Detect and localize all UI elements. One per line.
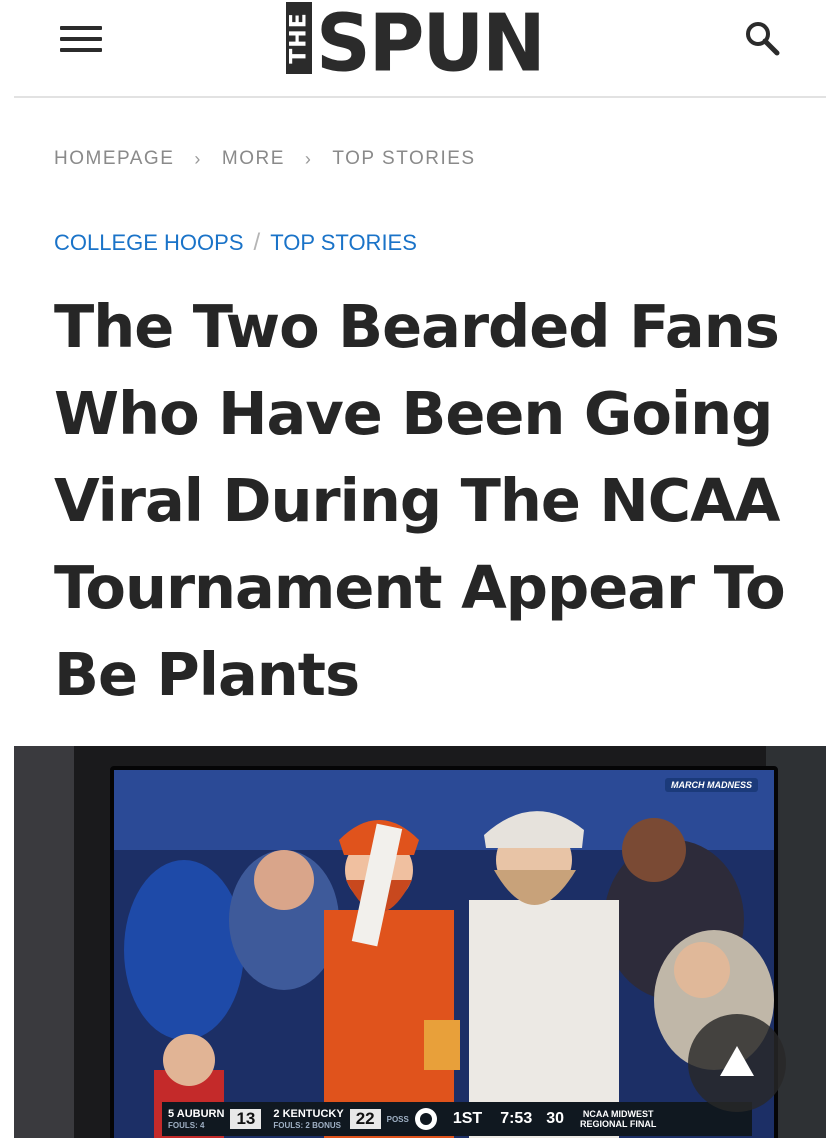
away-score: 13 (230, 1109, 262, 1129)
chevron-right-icon: › (194, 148, 202, 169)
crowd-scene (114, 770, 774, 1138)
game-period: 1ST (452, 1110, 483, 1127)
scroll-to-top-button[interactable] (688, 1014, 786, 1112)
article-title: The Two Bearded Fans Who Have Been Going… (54, 292, 786, 709)
category-separator: / (253, 229, 261, 256)
away-team: 5 AUBURN FOULS: 4 (168, 1107, 225, 1130)
home-score: 22 (349, 1109, 381, 1129)
site-logo[interactable]: THE SPUN (286, 0, 548, 89)
march-madness-badge: MARCH MADNESS (665, 778, 758, 792)
shot-clock: 30 (546, 1110, 565, 1127)
region-label: NCAA MIDWEST REGIONAL FINAL (580, 1109, 657, 1129)
tv-screen: MARCH MADNESS 5 AUBURN FOULS: 4 13 2 KEN… (110, 766, 778, 1138)
header-divider (14, 96, 826, 98)
breadcrumb-homepage[interactable]: HOMEPAGE (54, 148, 174, 170)
category-top-stories[interactable]: TOP STORIES (270, 230, 417, 256)
breadcrumb: HOMEPAGE › MORE › TOP STORIES (54, 146, 476, 172)
breadcrumb-more[interactable]: MORE (222, 148, 285, 170)
logo-the-label: THE (286, 2, 312, 74)
category-links: COLLEGE HOOPS / TOP STORIES (54, 229, 417, 257)
category-college-hoops[interactable]: COLLEGE HOOPS (54, 230, 244, 256)
home-team: 2 KENTUCKY FOULS: 2 BONUS (273, 1107, 344, 1130)
search-icon[interactable] (742, 18, 782, 58)
logo-wordmark: SPUN (316, 0, 546, 90)
chevron-right-icon: › (304, 148, 313, 169)
breadcrumb-top-stories[interactable]: TOP STORIES (332, 148, 475, 170)
scoreboard: 5 AUBURN FOULS: 4 13 2 KENTUCKY FOULS: 2… (162, 1102, 752, 1136)
site-header: THE SPUN (0, 0, 832, 98)
cbs-eye-icon (414, 1108, 437, 1130)
hamburger-menu-icon[interactable] (58, 22, 104, 56)
game-clock: 7:53 (500, 1110, 533, 1127)
triangle-up-icon (720, 1046, 754, 1076)
